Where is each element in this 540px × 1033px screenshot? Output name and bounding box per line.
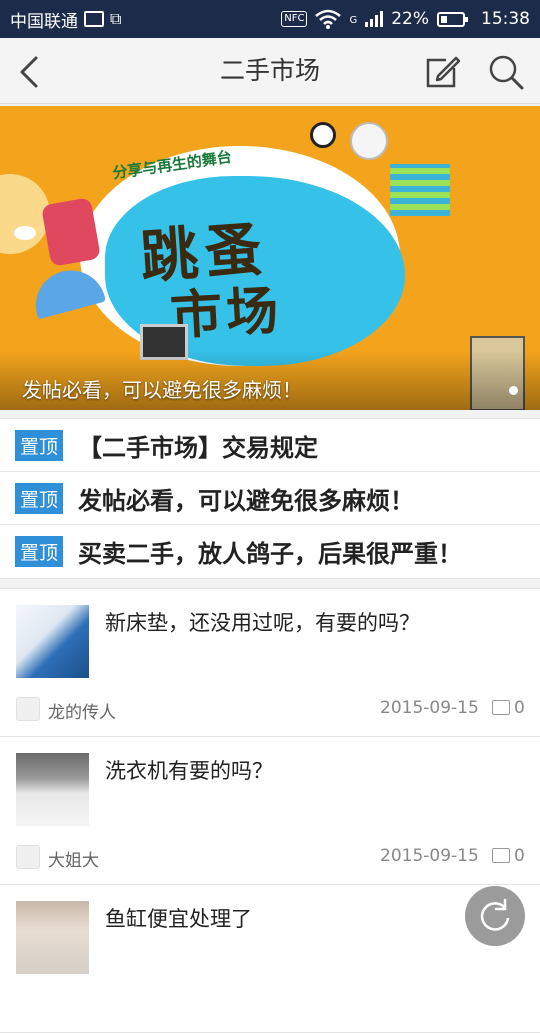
comment-icon [492, 848, 510, 863]
post-title: 洗衣机有要的吗？ [105, 759, 273, 783]
shirt-illustration [390, 164, 450, 216]
post-thumbnail [16, 901, 89, 974]
comment-count: 0 [514, 846, 525, 866]
battery-percent: 22% [391, 9, 429, 29]
avatar [16, 697, 40, 721]
nfc-icon: NFC [281, 11, 308, 27]
post-thumbnail [16, 605, 89, 678]
post-list: 新床垫，还没用过呢，有要的吗？ 龙的传人 2015-09-15 0 洗衣机有要的… [0, 588, 540, 1033]
clock: 15:38 [481, 9, 530, 29]
pinned-item[interactable]: 置顶 买卖二手，放人鸽子，后果很严重！ [0, 525, 540, 578]
list-item[interactable]: 新床垫，还没用过呢，有要的吗？ 龙的传人 2015-09-15 0 [0, 589, 540, 737]
edit-icon[interactable] [422, 52, 462, 92]
cloud-decoration [14, 226, 36, 240]
post-author: 龙的传人 [48, 703, 116, 723]
image-notification-icon [84, 11, 104, 27]
nav-bar: 二手市场 [0, 38, 540, 104]
pinned-title: 买卖二手，放人鸽子，后果很严重！ [78, 540, 463, 568]
carrier-label: 中国联通 [10, 11, 78, 32]
refresh-button[interactable] [465, 886, 525, 946]
post-title: 鱼缸便宜处理了 [105, 907, 252, 931]
carousel-indicator-dot[interactable] [509, 386, 518, 395]
battery-icon [437, 11, 468, 27]
football-illustration [310, 122, 336, 148]
pinned-title: 【二手市场】交易规定 [78, 433, 319, 462]
list-item[interactable]: 鱼缸便宜处理了 [0, 885, 540, 1033]
post-thumbnail [16, 753, 89, 826]
pinned-item[interactable]: 置顶 【二手市场】交易规定 [0, 419, 540, 472]
network-type-label: G [349, 15, 358, 26]
comment-count: 0 [514, 698, 525, 718]
post-title: 新床垫，还没用过呢，有要的吗？ [105, 611, 420, 635]
post-author: 大姐大 [48, 851, 99, 871]
avatar [16, 845, 40, 869]
post-date: 2015-09-15 [380, 846, 479, 866]
pinned-item[interactable]: 置顶 发帖必看，可以避免很多麻烦！ [0, 472, 540, 525]
back-arrow-icon[interactable] [10, 52, 50, 92]
comment-icon [492, 700, 510, 715]
banner-carousel[interactable]: 分享与再生的舞台 跳蚤 市场 发帖必看，可以避免很多麻烦！ [0, 106, 540, 410]
wifi-icon [315, 9, 342, 29]
suitcase-illustration [40, 197, 102, 267]
banner-caption: 发帖必看，可以避免很多麻烦！ [22, 378, 302, 402]
status-bar: 中国联通 ⧉ NFC G 22% 15:38 [0, 0, 540, 38]
pinned-list: 置顶 【二手市场】交易规定 置顶 发帖必看，可以避免很多麻烦！ 置顶 买卖二手，… [0, 418, 540, 579]
link-notification-icon: ⧉ [110, 9, 122, 28]
pinned-title: 发帖必看，可以避免很多麻烦！ [78, 486, 415, 515]
search-icon[interactable] [486, 52, 526, 92]
fan-illustration [350, 122, 388, 160]
pinned-tag: 置顶 [15, 429, 64, 461]
pinned-tag: 置顶 [15, 482, 64, 514]
pinned-tag: 置顶 [15, 536, 64, 567]
post-date: 2015-09-15 [380, 698, 479, 718]
list-item[interactable]: 洗衣机有要的吗？ 大姐大 2015-09-15 0 [0, 737, 540, 885]
signal-icon [365, 11, 384, 27]
